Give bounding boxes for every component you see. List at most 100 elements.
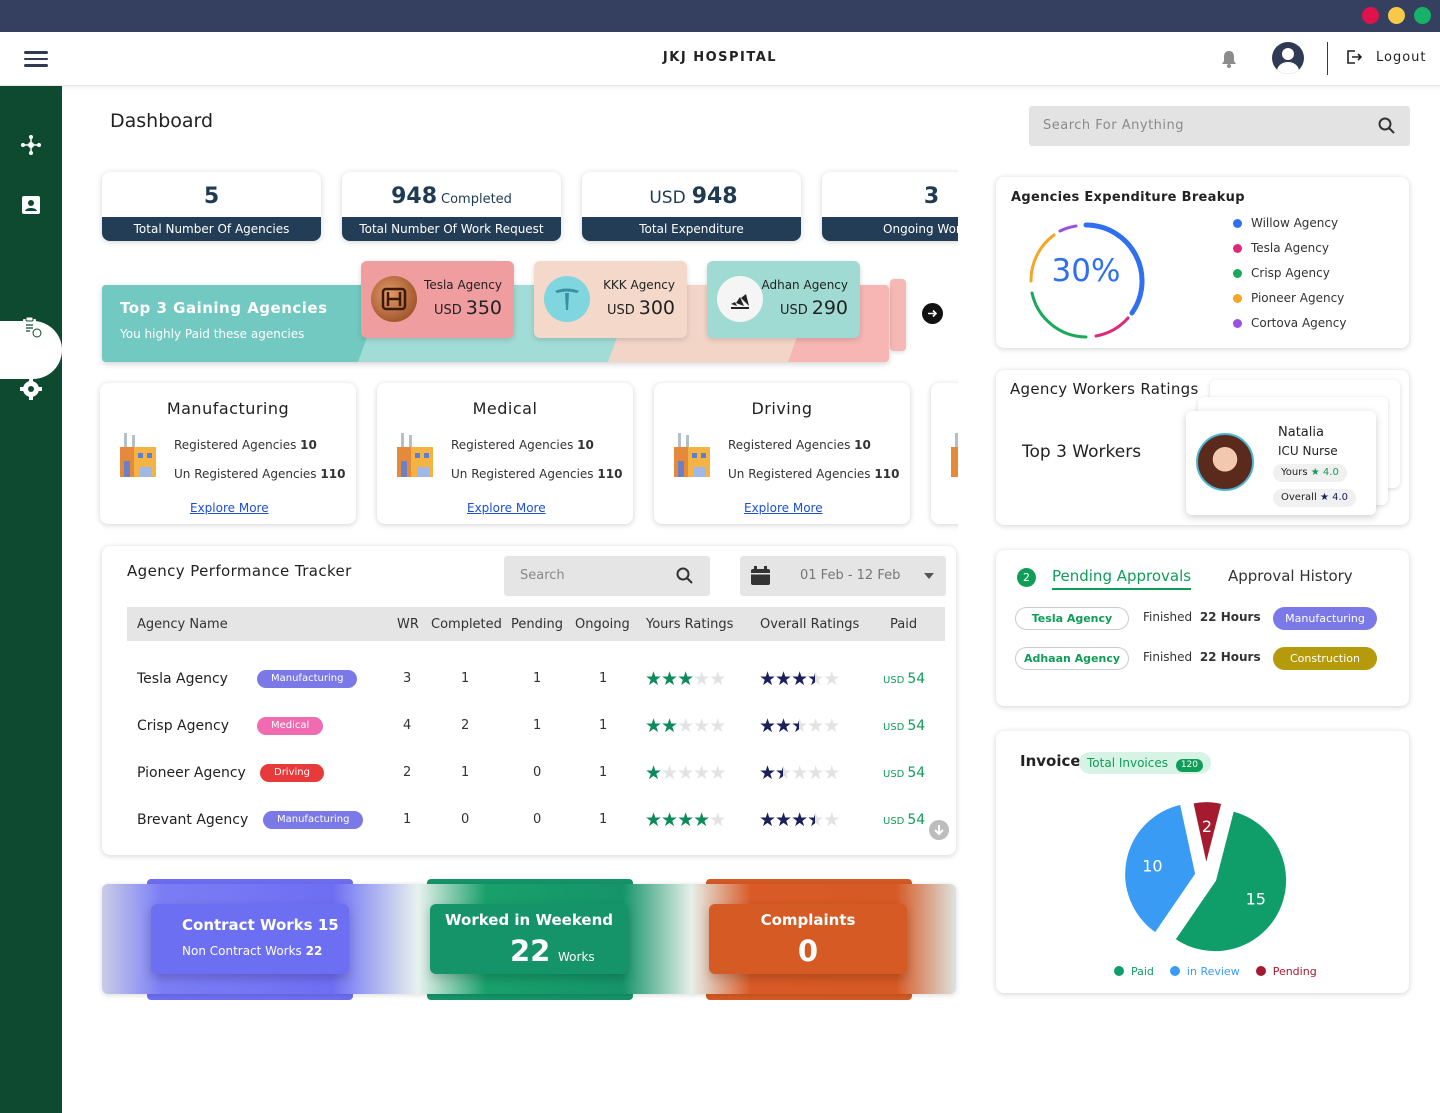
table-row[interactable]: Brevant Agency Manufacturing 1 0 0 1 ★★★★★ ★★★★… <box>102 800 956 840</box>
star-icon: ★ <box>709 809 726 831</box>
paid-amount: USD 54 <box>883 812 926 828</box>
stat-card-agencies[interactable]: 5 Total Number Of Agencies <box>102 172 321 241</box>
search-icon[interactable] <box>676 567 694 585</box>
agency-name[interactable]: Pioneer Agency <box>137 765 246 781</box>
col-completed[interactable]: Completed <box>431 617 502 632</box>
category-tag: Manufacturing <box>263 811 364 829</box>
table-row[interactable]: Tesla Agency Manufacturing 3 1 1 1 ★★★★★ ★★★★★ U… <box>102 659 956 699</box>
star-icon: ★ <box>807 715 824 737</box>
pending-value: 0 <box>533 812 542 827</box>
tab-pending-approvals[interactable]: Pending Approvals <box>1052 567 1192 590</box>
category-tag: Manufacturing <box>1273 607 1377 630</box>
stat-card-work-requests[interactable]: 948 Completed Total Number Of Work Reques… <box>342 172 561 241</box>
tracker-search-input[interactable]: Search <box>504 556 710 596</box>
wr-value: 3 <box>403 671 412 686</box>
pie-value-label: 15 <box>1246 890 1266 909</box>
stat-card-expenditure[interactable]: USD 948 Total Expenditure <box>582 172 801 241</box>
total-invoices-badge: Total Invoices 120 <box>1079 752 1212 774</box>
star-icon: ★ <box>661 668 678 690</box>
star-icon: ★ <box>775 668 792 690</box>
star-icon: ★ <box>791 762 808 784</box>
minimize-window-button[interactable] <box>1388 7 1405 24</box>
explore-more-link[interactable]: Explore More <box>190 501 269 515</box>
complaints-card[interactable]: Complaints 0 <box>709 904 907 974</box>
agency-name[interactable]: Crisp Agency <box>137 718 229 734</box>
agency-name: Adhan Agency <box>761 278 848 292</box>
bell-icon[interactable] <box>1219 49 1239 69</box>
star-icon: ★ <box>791 668 808 690</box>
worker-ratings-card: Agency Workers Ratings Top 3 Workers Nat… <box>996 370 1409 525</box>
logout-button[interactable]: Logout <box>1346 49 1427 65</box>
tab-approval-history[interactable]: Approval History <box>1228 567 1353 585</box>
overall-rating-stars: ★★★★★ <box>759 668 840 690</box>
worker-avatar <box>1196 433 1254 491</box>
star-icon: ★ <box>807 809 824 831</box>
category-card-driving: Driving Registered Agencies 10 Un Regist… <box>654 383 910 524</box>
expenditure-breakup-card: Agencies Expenditure Breakup 30% Willow … <box>996 177 1409 348</box>
weekend-unit: Works <box>558 950 595 964</box>
explore-more-link[interactable]: Explore More <box>467 501 546 515</box>
scroll-down-button[interactable] <box>929 820 949 840</box>
worker-yours-rating: Yours ★ 4.0 <box>1273 464 1347 482</box>
star-icon: ★ <box>693 809 710 831</box>
contract-works-card[interactable]: Contract Works 15 Non Contract Works 22 <box>151 904 349 974</box>
worker-card[interactable]: Natalia ICU Nurse Yours ★ 4.0 Overall ★ … <box>1186 411 1376 515</box>
agency-amount: USD 290 <box>779 297 848 319</box>
stat-value: 948 Completed <box>391 184 512 209</box>
col-overall-ratings[interactable]: Overall Ratings <box>760 617 859 632</box>
agency-performance-tracker: Agency Performance Tracker Search 01 Feb… <box>102 546 956 855</box>
gaining-agency-card[interactable]: KKK Agency USD 300 <box>534 261 687 338</box>
col-paid[interactable]: Paid <box>890 617 917 632</box>
star-icon: ★ <box>693 668 710 690</box>
pie-value-label: 10 <box>1142 857 1162 876</box>
gaining-agency-card[interactable]: Adhan Agency USD 290 <box>707 261 860 338</box>
factory-icon <box>397 433 433 477</box>
gaining-agency-card[interactable]: Tesla Agency USD 350 <box>361 261 514 338</box>
yours-rating-stars: ★★★★★ <box>645 762 726 784</box>
logout-icon <box>1347 50 1362 64</box>
factory-icon <box>120 433 156 477</box>
star-icon: ★ <box>709 668 726 690</box>
date-range-picker[interactable]: 01 Feb - 12 Feb <box>740 556 946 596</box>
table-row[interactable]: Pioneer Agency Driving 2 1 0 1 ★★★★★ ★★★★★ USD 54 <box>102 753 956 793</box>
star-icon: ★ <box>693 762 710 784</box>
agency-name[interactable]: Brevant Agency <box>137 812 248 828</box>
yours-rating-stars: ★★★★★ <box>645 668 726 690</box>
expenditure-title: Agencies Expenditure Breakup <box>1011 190 1245 205</box>
col-pending[interactable]: Pending <box>511 617 563 632</box>
col-wr[interactable]: WR <box>397 617 419 632</box>
ongoing-value: 1 <box>599 765 608 780</box>
global-search-input[interactable]: Search For Anything <box>1029 106 1410 146</box>
stat-value: 3 <box>923 184 940 209</box>
stat-card-ongoing[interactable]: 3 Ongoing Work R <box>822 172 958 241</box>
col-agency-name[interactable]: Agency Name <box>137 617 228 632</box>
star-icon: ★ <box>661 809 678 831</box>
legend-label: Tesla Agency <box>1251 241 1329 255</box>
clipboard-icon[interactable] <box>19 315 43 339</box>
user-avatar-icon[interactable] <box>1272 42 1304 74</box>
search-icon[interactable] <box>1378 117 1396 135</box>
invoice-legend: Paid in Review Pending <box>1114 965 1317 978</box>
agency-chip[interactable]: Tesla Agency <box>1015 607 1129 630</box>
star-icon: ★ <box>677 668 694 690</box>
overall-rating-stars: ★★★★★ <box>759 715 840 737</box>
explore-more-link[interactable]: Explore More <box>744 501 823 515</box>
star-icon: ★ <box>677 762 694 784</box>
paid-amount: USD 54 <box>883 671 926 687</box>
category-title: Manufacturing <box>166 399 290 418</box>
close-window-button[interactable] <box>1362 7 1379 24</box>
agency-name[interactable]: Tesla Agency <box>137 671 228 687</box>
unregistered-count: Un Registered Agencies 110 <box>174 467 346 481</box>
ongoing-value: 1 <box>599 671 608 686</box>
next-arrow-button[interactable] <box>922 303 943 324</box>
col-ongoing[interactable]: Ongoing <box>575 617 630 632</box>
ring-segment-cortova <box>1058 224 1078 233</box>
legend-item: Pending <box>1255 965 1317 978</box>
agency-chip[interactable]: Adhaan Agency <box>1015 647 1129 670</box>
completed-value: 2 <box>461 718 470 733</box>
weekend-works-card[interactable]: Worked in Weekend 22 Works <box>430 904 628 974</box>
calendar-icon <box>751 566 770 585</box>
table-row[interactable]: Crisp Agency Medical 4 2 1 1 ★★★★★ ★★★★★ USD 54 <box>102 706 956 746</box>
maximize-window-button[interactable] <box>1414 7 1431 24</box>
col-yours-ratings[interactable]: Yours Ratings <box>646 617 733 632</box>
